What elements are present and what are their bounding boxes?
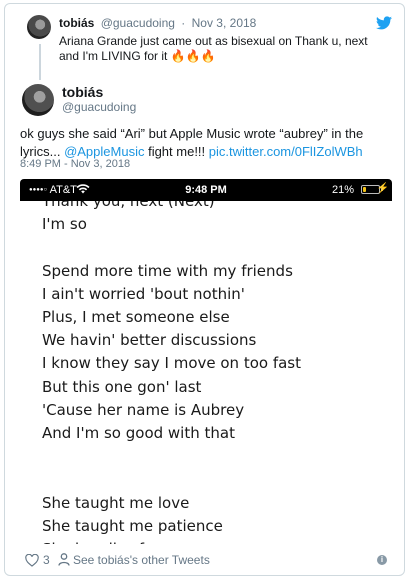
author-name[interactable]: tobiás (62, 84, 103, 100)
lyric-line: Plus, I met someone else (42, 308, 230, 326)
lyric-line: I ain't worried 'bout nothin' (42, 285, 245, 303)
tweet-text: ok guys she said “Ari” but Apple Music w… (20, 125, 392, 161)
lyric-line: I know they say I move on too fast (42, 354, 301, 372)
author-avatar[interactable] (22, 84, 54, 116)
twitter-bird-icon[interactable] (376, 16, 392, 30)
quoted-handle[interactable]: @guacudoing (101, 16, 175, 30)
tweet-timestamp[interactable]: 8:49 PM - Nov 3, 2018 (20, 158, 130, 170)
quoted-tweet-text: Ariana Grande just came out as bisexual … (59, 34, 368, 63)
attached-image[interactable]: ●●●●○ AT&T 9:48 PM 21% ⚡ Thank you, next… (20, 179, 392, 544)
battery-fill (363, 187, 366, 192)
pic-link[interactable]: pic.twitter.com/0FlIZolWBh (209, 144, 363, 159)
info-icon[interactable]: i (377, 555, 387, 565)
lyric-line: And I'm so good with that (42, 424, 235, 442)
lyric-line: She handles fame (42, 540, 177, 544)
lyric-line: She taught me love (42, 494, 190, 512)
lyric-line: We havin' better discussions (42, 331, 257, 349)
see-other-tweets-link[interactable]: See tobiás's other Tweets (73, 553, 210, 567)
phone-status-bar: ●●●●○ AT&T 9:48 PM 21% ⚡ (20, 179, 392, 201)
quoted-name[interactable]: tobiás (59, 16, 94, 30)
battery-percent: 21% (331, 184, 354, 196)
person-icon (58, 553, 70, 566)
mention-link[interactable]: @AppleMusic (64, 144, 144, 159)
embedded-tweet-card: tobiás @guacudoing · Nov 3, 2018 Ariana … (4, 3, 405, 576)
charging-bolt-icon: ⚡ (376, 183, 389, 194)
lyric-line: Spend more time with my friends (42, 262, 293, 280)
like-count[interactable]: 3 (43, 553, 50, 567)
lyric-line: 'Cause her name is Aubrey (42, 401, 245, 419)
lyric-line: But this one gon' last (42, 378, 202, 396)
quoted-avatar[interactable] (27, 15, 51, 39)
heart-icon[interactable] (25, 554, 39, 567)
quoted-separator: · (181, 16, 186, 30)
lyric-line: She taught me patience (42, 517, 223, 535)
lyrics-view: Thank you, next (Next) I'm so Spend more t… (20, 201, 392, 544)
quoted-date[interactable]: Nov 3, 2018 (192, 16, 257, 30)
author-handle[interactable]: @guacudoing (62, 100, 136, 114)
quoted-header: tobiás @guacudoing · Nov 3, 2018 (59, 16, 256, 30)
lyric-line: I'm so (42, 215, 87, 233)
tweet-text-part2: fight me!!! (144, 144, 209, 159)
lyric-line: Thank you, next (Next) (42, 201, 215, 210)
thread-connector-line (39, 44, 41, 80)
